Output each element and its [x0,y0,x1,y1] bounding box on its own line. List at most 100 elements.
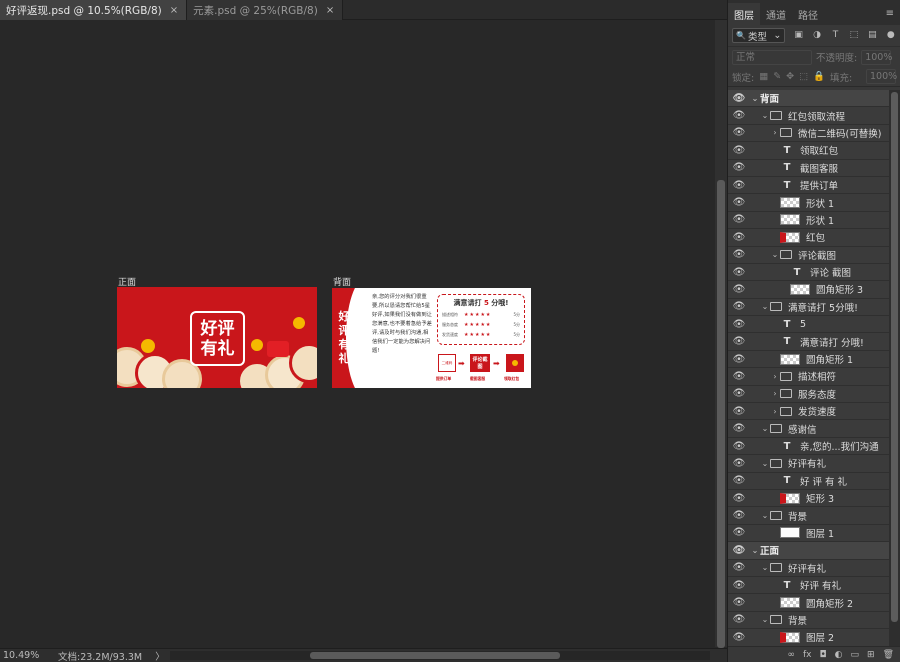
filter-shape-icon[interactable]: ⬚ [849,30,859,41]
visibility-eye-icon[interactable]: 👁 [728,441,750,452]
visibility-eye-icon[interactable]: 👁 [728,180,750,191]
chevron-down-icon[interactable]: ⌄ [750,546,760,555]
visibility-eye-icon[interactable]: 👁 [728,214,750,225]
layer-row[interactable]: 👁 › 服务态度 [728,385,889,404]
layer-row[interactable]: 👁 图层 2 [728,629,889,646]
fx-icon[interactable]: fx [803,650,812,660]
chevron-right-icon[interactable]: › [770,389,780,398]
fill-field[interactable]: 100% [866,69,897,84]
close-icon[interactable]: × [170,5,178,16]
lock-transparent-icon[interactable]: ▦ [759,71,768,82]
layer-row[interactable]: 👁 › 微信二维码(可替换) [728,124,889,143]
lock-pixels-icon[interactable]: ✎ [773,71,781,82]
layer-row[interactable]: 👁 圆角矩形 2 [728,594,889,612]
chevron-down-icon[interactable]: ⌄ [770,250,780,259]
filter-toggle-icon[interactable]: ● [886,30,896,41]
artboard-label-back[interactable]: 背面 [333,275,351,288]
blend-mode-select[interactable]: 正常 [732,49,812,65]
zoom-level[interactable]: 10.49% [0,650,50,661]
layer-row[interactable]: 👁 ⌄ 满意请打 5分哦! [728,298,889,317]
new-group-icon[interactable]: ▭ [851,650,860,660]
canvas-vertical-scrollbar[interactable] [715,20,727,648]
visibility-eye-icon[interactable]: 👁 [728,371,750,382]
layer-row[interactable]: 👁 形状 1 [728,194,889,212]
lock-all-icon[interactable]: 🔒 [813,71,825,82]
trash-icon[interactable]: 🗑 [883,650,894,660]
visibility-eye-icon[interactable]: 👁 [728,458,750,469]
scrollbar-thumb[interactable] [310,652,560,659]
chevron-down-icon[interactable]: ⌄ [760,511,770,520]
layer-row[interactable]: 👁 图层 1 [728,524,889,543]
visibility-eye-icon[interactable]: 👁 [728,475,750,486]
panel-menu-icon[interactable]: ≡ [886,3,900,25]
layer-row[interactable]: 👁 ⌄ 评论截图 [728,246,889,264]
visibility-eye-icon[interactable]: 👁 [728,336,750,347]
layer-list[interactable]: 👁 ⌄ 背面 👁 ⌄ 红包领取流程 👁 › 微信二维码(可替换) 👁 T 领取红包 👁 T 截图客服 👁 T 提供… [728,90,889,646]
visibility-eye-icon[interactable]: 👁 [728,388,750,399]
artboard-front[interactable]: 好评 有礼 [117,287,317,388]
layer-row[interactable]: 👁 T 满意请打 分哦! [728,333,889,351]
filter-adjustment-icon[interactable]: ◑ [812,30,822,41]
tab-paths[interactable]: 路径 [792,3,824,25]
layer-row[interactable]: 👁 矩形 3 [728,489,889,508]
layer-row[interactable]: 👁 ⌄ 好评有礼 [728,559,889,577]
lock-position-icon[interactable]: ✥ [786,71,794,82]
filter-pixel-icon[interactable]: ▣ [793,30,803,41]
layer-row[interactable]: 👁 ⌄ 红包领取流程 [728,107,889,125]
layer-row[interactable]: 👁 › 描述相符 [728,368,889,386]
new-layer-icon[interactable]: ⊞ [867,650,875,660]
visibility-eye-icon[interactable]: 👁 [728,93,750,104]
layer-row[interactable]: 👁 T 5 [728,316,889,334]
visibility-eye-icon[interactable]: 👁 [728,354,750,365]
visibility-eye-icon[interactable]: 👁 [728,562,750,573]
visibility-eye-icon[interactable]: 👁 [728,249,750,260]
chevron-right-icon[interactable]: › [770,407,780,416]
layer-row[interactable]: 👁 圆角矩形 3 [728,281,889,299]
visibility-eye-icon[interactable]: 👁 [728,301,750,312]
visibility-eye-icon[interactable]: 👁 [728,527,750,538]
artboard-back[interactable]: 好 评 有 礼 亲,您的评分对我们很重要,所以恳请您帮忙给5星好评,如果我们没有… [332,288,531,388]
chevron-right-icon[interactable]: › [770,372,780,381]
layer-row[interactable]: 👁 形状 1 [728,211,889,230]
visibility-eye-icon[interactable]: 👁 [728,162,750,173]
visibility-eye-icon[interactable]: 👁 [728,423,750,434]
close-icon[interactable]: × [326,5,334,16]
layer-row[interactable]: 👁 › 发货速度 [728,403,889,421]
tab-haoping-psd[interactable]: 好评返现.psd @ 10.5%(RGB/8) × [0,0,188,20]
visibility-eye-icon[interactable]: 👁 [728,493,750,504]
tab-yuansu-psd[interactable]: 元素.psd @ 25%(RGB/8) × [187,0,344,20]
visibility-eye-icon[interactable]: 👁 [728,597,750,608]
layer-row[interactable]: 👁 T 提供订单 [728,176,889,195]
layer-row[interactable]: 👁 ⌄ 背景 [728,507,889,525]
layer-row[interactable]: 👁 ⌄ 背景 [728,611,889,630]
visibility-eye-icon[interactable]: 👁 [728,580,750,591]
adjustment-icon[interactable]: ◐ [835,650,843,660]
canvas-horizontal-scrollbar[interactable] [170,651,710,660]
layer-row[interactable]: 👁 T 截图客服 [728,159,889,177]
layer-row[interactable]: 👁 圆角矩形 1 [728,350,889,369]
layer-row[interactable]: 👁 ⌄ 正面 [728,542,889,560]
layer-row[interactable]: 👁 T 亲,您的...我们沟通 [728,437,889,456]
chevron-right-icon[interactable]: › [770,128,780,137]
filter-text-icon[interactable]: T [830,30,840,41]
chevron-down-icon[interactable]: ⌄ [760,615,770,624]
visibility-eye-icon[interactable]: 👁 [728,510,750,521]
chevron-down-icon[interactable]: ⌄ [760,424,770,433]
visibility-eye-icon[interactable]: 👁 [728,614,750,625]
chevron-down-icon[interactable]: ⌄ [750,94,760,103]
tab-layers[interactable]: 图层 [728,3,760,25]
filter-smart-object-icon[interactable]: ▤ [867,30,877,41]
tab-channels[interactable]: 通道 [760,3,792,25]
layer-row[interactable]: 👁 ⌄ 感谢信 [728,420,889,438]
lock-artboard-icon[interactable]: ⬚ [799,71,808,82]
visibility-eye-icon[interactable]: 👁 [728,232,750,243]
visibility-eye-icon[interactable]: 👁 [728,632,750,643]
visibility-eye-icon[interactable]: 👁 [728,406,750,417]
visibility-eye-icon[interactable]: 👁 [728,267,750,278]
opacity-field[interactable]: 100% [861,49,892,65]
scrollbar-thumb[interactable] [891,92,898,622]
visibility-eye-icon[interactable]: 👁 [728,145,750,156]
layer-row[interactable]: 👁 ⌄ 背面 [728,90,889,108]
visibility-eye-icon[interactable]: 👁 [728,319,750,330]
layer-filter-select[interactable]: 🔍 类型 ⌄ [732,28,786,43]
